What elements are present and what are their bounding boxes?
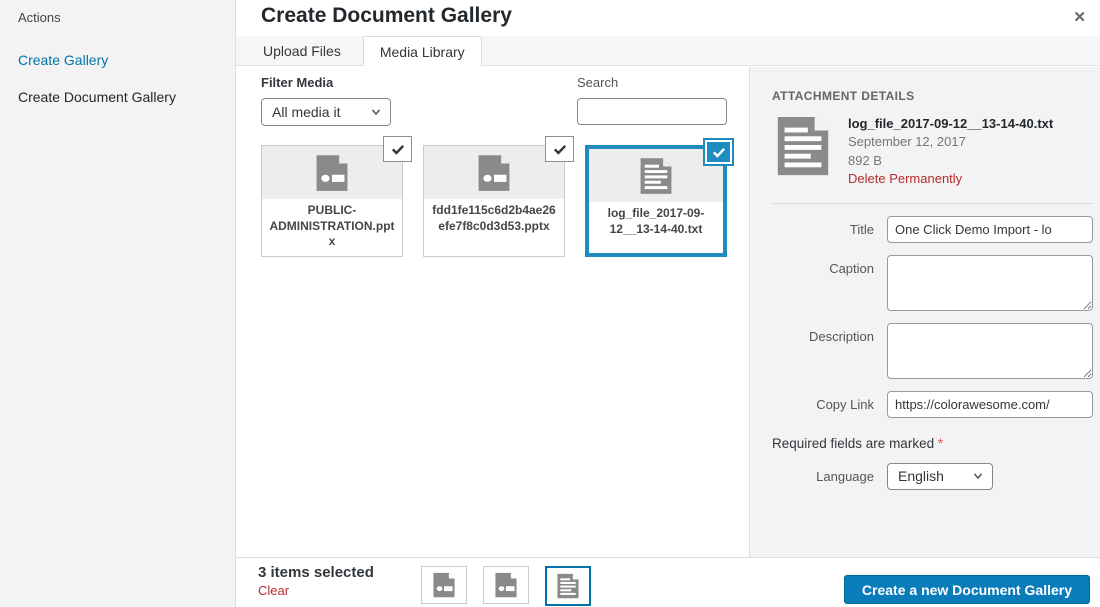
attachment-details-panel: ATTACHMENT DETAILS log_file_2017-09-12__…	[749, 67, 1100, 557]
delete-permanently-link[interactable]: Delete Permanently	[848, 170, 1053, 188]
divider	[772, 202, 1093, 204]
close-icon[interactable]: ✕	[1065, 4, 1094, 30]
required-asterisk: *	[937, 435, 944, 451]
language-value: English	[898, 468, 944, 485]
attachment-filename: log_file_2017-09-12__13-14-40.txt	[848, 116, 1054, 131]
filter-group: Filter Media All media it	[261, 75, 391, 126]
text-file-icon	[777, 116, 829, 176]
caption-label: Caption	[829, 260, 874, 276]
attachment-date: September 12, 2017	[848, 134, 966, 150]
title-label: Title	[849, 221, 874, 237]
selected-mini-txt[interactable]	[545, 566, 591, 606]
media-item-filename: fdd1fe115c6d2b4ae26efe7f8c0d3d53.pptx	[424, 199, 564, 241]
selected-mini-pptx-1[interactable]	[421, 566, 467, 604]
language-label: Language	[816, 468, 874, 484]
search-label: Search	[577, 75, 619, 90]
attachment-meta: log_file_2017-09-12__13-14-40.txt Septem…	[848, 115, 1053, 189]
attachment-filesize: 892 B	[848, 152, 882, 168]
copy-link-row: Copy Link	[772, 390, 1093, 418]
media-item-pptx-1[interactable]: PUBLIC-ADMINISTRATION.pptx	[261, 136, 412, 257]
media-thumb	[262, 146, 402, 199]
attachment-thumb	[772, 115, 834, 189]
tab-media-library[interactable]: Media Library	[362, 36, 482, 66]
modal-header: Create Document Gallery ✕	[236, 0, 1100, 36]
sidebar-item-create-document-gallery[interactable]: Create Document Gallery	[18, 88, 183, 106]
library-toolbar: Filter Media All media it Search	[261, 75, 727, 126]
language-select[interactable]: English	[887, 462, 993, 490]
attachment-info: log_file_2017-09-12__13-14-40.txt Septem…	[772, 115, 1093, 189]
chevron-down-icon	[973, 473, 983, 480]
selected-check-icon[interactable]	[545, 136, 574, 162]
sidebar-item-create-gallery[interactable]: Create Gallery	[18, 51, 183, 69]
footer-toolbar: 3 items selected Clear Create a new Docu…	[236, 557, 1100, 607]
page-title: Create Document Gallery	[261, 4, 512, 27]
tab-bar: Upload Files Media Library	[236, 36, 1100, 66]
media-modal: Actions Create Gallery Create Document G…	[0, 0, 1100, 607]
media-item-filename: PUBLIC-ADMINISTRATION.pptx	[262, 199, 402, 256]
language-row: Language English	[772, 462, 1093, 490]
media-item-txt[interactable]: log_file_2017-09-12__13-14-40.txt	[585, 140, 732, 257]
actions-sidebar: Actions Create Gallery Create Document G…	[0, 0, 236, 607]
description-label: Description	[808, 328, 874, 344]
search-input[interactable]	[577, 98, 727, 125]
sidebar-heading: Actions	[18, 10, 61, 25]
selected-mini-pptx-2[interactable]	[483, 566, 529, 604]
presentation-file-icon	[478, 154, 510, 191]
filter-media-label: Filter Media	[261, 75, 334, 90]
title-field[interactable]	[887, 215, 1093, 243]
caption-field[interactable]	[887, 254, 1093, 311]
attachment-details-heading: ATTACHMENT DETAILS	[772, 89, 915, 103]
search-group: Search	[577, 75, 727, 126]
media-thumb	[589, 149, 723, 202]
selected-check-icon[interactable]	[705, 140, 732, 164]
presentation-file-icon	[495, 572, 517, 598]
selected-check-icon[interactable]	[383, 136, 412, 162]
description-field[interactable]	[887, 322, 1093, 379]
text-file-icon	[557, 573, 579, 599]
selection-info: 3 items selected Clear	[258, 564, 374, 598]
media-filter-select[interactable]: All media it	[261, 98, 391, 126]
presentation-file-icon	[433, 572, 455, 598]
media-filter-value: All media it	[272, 104, 341, 120]
tab-upload-files[interactable]: Upload Files	[261, 36, 343, 65]
modal-content: Create Document Gallery ✕ Upload Files M…	[236, 0, 1100, 607]
caption-row: Caption	[772, 254, 1093, 311]
media-items-grid: PUBLIC-ADMINISTRATION.pptx fdd1fe115c6d2…	[261, 136, 732, 257]
media-item-pptx-2[interactable]: fdd1fe115c6d2b4ae26efe7f8c0d3d53.pptx	[423, 136, 574, 257]
required-fields-note: Required fields are marked *	[772, 435, 944, 451]
text-file-icon	[640, 157, 672, 194]
clear-selection-link[interactable]: Clear	[258, 583, 374, 598]
copy-link-field[interactable]	[887, 390, 1093, 418]
copy-link-label: Copy Link	[816, 396, 874, 412]
selection-count: 3 items selected	[258, 564, 374, 581]
selected-items-strip	[421, 566, 591, 606]
media-library: Filter Media All media it Search PUBLIC-…	[236, 67, 749, 557]
media-thumb	[424, 146, 564, 199]
chevron-down-icon	[371, 109, 381, 116]
presentation-file-icon	[316, 154, 348, 191]
create-document-gallery-button[interactable]: Create a new Document Gallery	[843, 575, 1090, 604]
media-frame: Filter Media All media it Search PUBLIC-…	[236, 67, 1100, 557]
media-item-filename: log_file_2017-09-12__13-14-40.txt	[589, 202, 723, 244]
description-row: Description	[772, 322, 1093, 379]
title-row: Title	[772, 215, 1093, 243]
